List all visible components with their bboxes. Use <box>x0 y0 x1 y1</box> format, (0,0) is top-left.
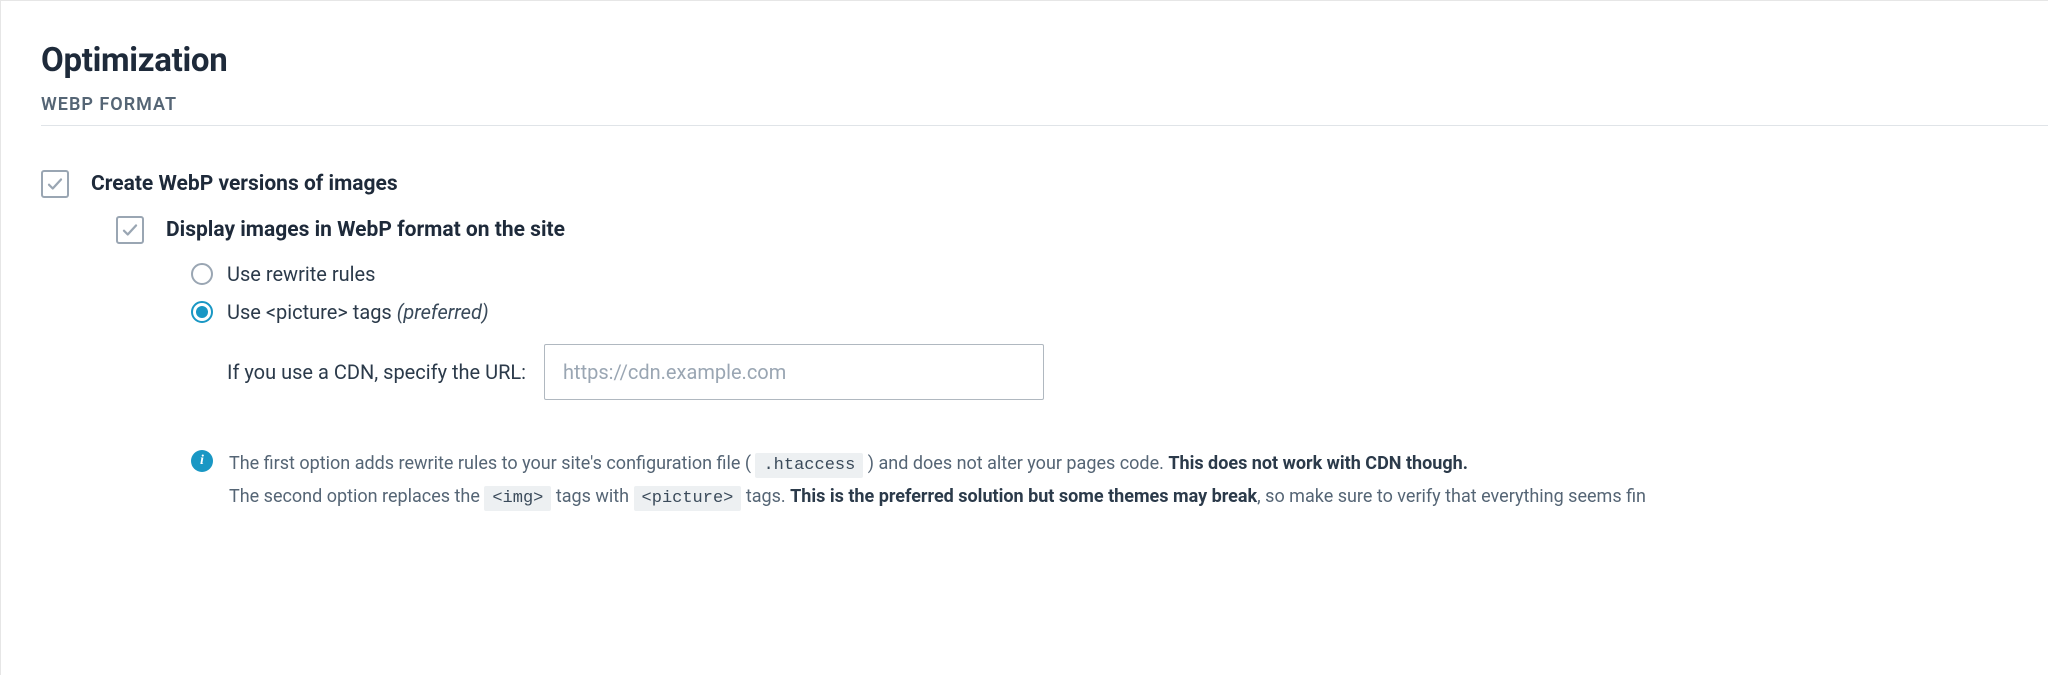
section-subheading: WEBP FORMAT <box>41 94 2048 115</box>
display-webp-option: Display images in WebP format on the sit… <box>116 216 2048 244</box>
code-htaccess: .htaccess <box>755 453 863 478</box>
rewrite-rules-option: Use rewrite rules <box>191 262 2048 286</box>
info-line1-a: The first option adds rewrite rules to y… <box>229 453 755 474</box>
info-line2-c: tags. <box>741 486 790 507</box>
picture-tags-radio[interactable] <box>191 301 213 323</box>
info-line1-bold: This does not work with CDN though. <box>1168 453 1468 474</box>
info-line1-b: ) and does not alter your pages code. <box>863 453 1168 474</box>
picture-tags-label: Use <picture> tags (preferred) <box>227 300 489 324</box>
info-line2-a: The second option replaces the <box>229 486 484 507</box>
info-line2-bold: This is the preferred solution but some … <box>790 486 1257 507</box>
code-picture: <picture> <box>634 486 742 511</box>
section-heading: Optimization <box>41 41 2048 80</box>
info-icon: i <box>191 450 213 472</box>
picture-tags-option: Use <picture> tags (preferred) <box>191 300 2048 324</box>
create-webp-checkbox[interactable] <box>41 170 69 198</box>
code-img: <img> <box>484 486 551 511</box>
check-icon <box>121 221 139 239</box>
cdn-url-input[interactable] <box>544 344 1044 400</box>
picture-tags-label-text: Use <picture> tags <box>227 300 397 324</box>
create-webp-label: Create WebP versions of images <box>91 172 398 196</box>
info-text: The first option adds rewrite rules to y… <box>229 448 1646 514</box>
cdn-url-label: If you use a CDN, specify the URL: <box>227 360 526 384</box>
display-webp-label: Display images in WebP format on the sit… <box>166 218 565 242</box>
rewrite-rules-radio[interactable] <box>191 263 213 285</box>
display-webp-checkbox[interactable] <box>116 216 144 244</box>
section-divider <box>41 125 2048 126</box>
cdn-url-row: If you use a CDN, specify the URL: <box>227 344 2048 400</box>
picture-tags-preferred: (preferred) <box>397 300 489 324</box>
rewrite-rules-label: Use rewrite rules <box>227 262 375 286</box>
check-icon <box>46 175 64 193</box>
info-line2-b: tags with <box>551 486 633 507</box>
info-line2-d: , so make sure to verify that everything… <box>1257 486 1646 507</box>
create-webp-option: Create WebP versions of images <box>41 170 2048 198</box>
info-block: i The first option adds rewrite rules to… <box>191 448 2048 514</box>
